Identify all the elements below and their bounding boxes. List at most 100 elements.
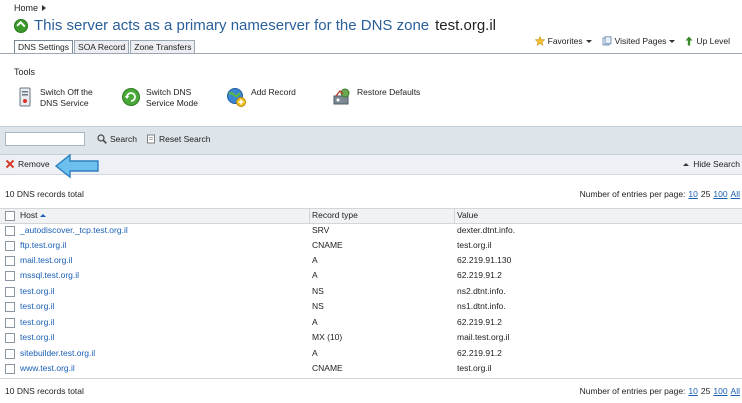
- row-host[interactable]: test.org.il: [20, 330, 55, 345]
- row-type: A: [312, 270, 318, 280]
- server-power-icon: [19, 87, 31, 107]
- switch-off-dns-button[interactable]: Switch Off the DNS Service: [15, 87, 93, 109]
- row-type: CNAME: [312, 240, 343, 250]
- row-host[interactable]: mail.test.org.il: [20, 253, 72, 268]
- up-level-link[interactable]: Up Level: [685, 36, 730, 46]
- table-row: test.org.il NS ns1.dtnt.info.: [0, 299, 742, 314]
- up-level-label: Up Level: [696, 36, 730, 46]
- table-row: www.test.org.il CNAME test.org.il: [0, 361, 742, 376]
- table-header: [0, 208, 742, 224]
- add-record-button[interactable]: Add Record: [226, 87, 296, 107]
- row-checkbox[interactable]: [5, 256, 15, 266]
- breadcrumb-arrow-icon: [42, 5, 47, 11]
- visited-pages-menu[interactable]: Visited Pages: [602, 36, 676, 46]
- per-page-10[interactable]: 10: [688, 386, 697, 396]
- remove-button[interactable]: Remove: [5, 159, 50, 169]
- per-page-100[interactable]: 100: [713, 189, 727, 199]
- tab-soa-record[interactable]: SOA Record: [74, 40, 130, 54]
- column-value[interactable]: Value: [457, 210, 478, 220]
- row-value: 62.219.91.2: [457, 270, 502, 280]
- row-value: test.org.il: [457, 240, 492, 250]
- tab-bar: DNS Settings SOA Record Zone Transfers: [14, 40, 196, 54]
- column-separator: [454, 208, 455, 224]
- row-checkbox[interactable]: [5, 241, 15, 251]
- row-type: NS: [312, 301, 324, 311]
- row-host[interactable]: test.org.il: [20, 284, 55, 299]
- row-host[interactable]: _autodiscover._tcp.test.org.il: [20, 223, 128, 238]
- row-host[interactable]: test.org.il: [20, 299, 55, 314]
- entries-per-page-top: Number of entries per page: 10 25 100 Al…: [580, 189, 740, 199]
- reset-icon: [147, 134, 155, 144]
- row-host[interactable]: sitebuilder.test.org.il: [20, 346, 95, 361]
- tab-zone-transfers[interactable]: Zone Transfers: [130, 40, 196, 54]
- column-host-label: Host: [20, 210, 38, 220]
- row-host[interactable]: mssql.test.org.il: [20, 268, 79, 283]
- search-button[interactable]: Search: [97, 134, 137, 144]
- table-row: test.org.il NS ns2.dtnt.info.: [0, 284, 742, 299]
- row-type: SRV: [312, 225, 330, 235]
- table-row: mssql.test.org.il A 62.219.91.2: [0, 268, 742, 283]
- globe-add-icon: [227, 88, 246, 107]
- row-checkbox[interactable]: [5, 333, 15, 343]
- table-row: test.org.il MX (10) mail.test.org.il: [0, 330, 742, 345]
- table-row: test.org.il A 62.219.91.2: [0, 315, 742, 330]
- per-page-all[interactable]: All: [731, 386, 740, 396]
- switch-off-line1: Switch Off the: [40, 87, 93, 97]
- switch-dns-mode-button[interactable]: Switch DNS Service Mode: [121, 87, 198, 109]
- page-title-zone: test.org.il: [435, 17, 496, 34]
- pages-icon: [602, 36, 612, 46]
- row-value: 62.219.91.130: [457, 255, 512, 265]
- column-record-type[interactable]: Record type: [312, 210, 358, 220]
- column-host[interactable]: Host: [20, 210, 47, 220]
- switch-off-line2: DNS Service: [40, 98, 89, 108]
- refresh-icon: [122, 88, 140, 106]
- row-checkbox[interactable]: [5, 318, 15, 328]
- list-toolbar: [0, 155, 742, 175]
- row-host[interactable]: ftp.test.org.il: [20, 238, 66, 253]
- pointer-arrow-icon: [54, 153, 99, 179]
- row-value: test.org.il: [457, 363, 492, 373]
- entries-per-page-bottom: Number of entries per page: 10 25 100 Al…: [580, 386, 740, 396]
- row-type: NS: [312, 286, 324, 296]
- per-page-all[interactable]: All: [731, 189, 740, 199]
- tools-heading: Tools: [14, 67, 36, 77]
- per-page-100[interactable]: 100: [713, 386, 727, 396]
- favorites-menu[interactable]: Favorites: [534, 36, 592, 46]
- reset-search-button[interactable]: Reset Search: [146, 134, 211, 144]
- row-host[interactable]: test.org.il: [20, 315, 55, 330]
- reset-search-label: Reset Search: [159, 134, 211, 144]
- favorites-label: Favorites: [547, 36, 583, 46]
- row-host[interactable]: www.test.org.il: [20, 361, 75, 376]
- row-type: A: [312, 255, 318, 265]
- row-checkbox[interactable]: [5, 349, 15, 359]
- chevron-down-icon: [585, 39, 592, 43]
- row-checkbox[interactable]: [5, 302, 15, 312]
- visited-pages-label: Visited Pages: [614, 36, 667, 46]
- row-value: 62.219.91.2: [457, 317, 502, 327]
- row-type: A: [312, 317, 318, 327]
- select-all-checkbox[interactable]: [5, 211, 15, 221]
- row-checkbox[interactable]: [5, 226, 15, 236]
- tab-dns-settings[interactable]: DNS Settings: [14, 40, 74, 54]
- restore-defaults-button[interactable]: Restore Defaults: [332, 87, 420, 107]
- per-page-25: 25: [700, 386, 711, 396]
- up-arrow-icon: [685, 36, 693, 46]
- row-value: ns1.dtnt.info.: [457, 301, 506, 311]
- per-page-label: Number of entries per page:: [579, 386, 686, 396]
- row-value: mail.test.org.il: [457, 332, 510, 342]
- per-page-10[interactable]: 10: [688, 189, 697, 199]
- search-input[interactable]: [5, 132, 85, 146]
- row-checkbox[interactable]: [5, 364, 15, 374]
- breadcrumb-home[interactable]: Home: [14, 3, 38, 13]
- table-row: mail.test.org.il A 62.219.91.130: [0, 253, 742, 268]
- row-checkbox[interactable]: [5, 287, 15, 297]
- add-record-label: Add Record: [251, 87, 296, 97]
- hide-search-toggle[interactable]: Hide Search: [683, 159, 740, 169]
- delete-x-icon: [5, 159, 15, 169]
- tab-divider: [0, 53, 742, 54]
- row-value: 62.219.91.2: [457, 348, 502, 358]
- status-ok-icon: [14, 18, 28, 33]
- search-label: Search: [110, 134, 137, 144]
- row-value: ns2.dtnt.info.: [457, 286, 506, 296]
- row-checkbox[interactable]: [5, 271, 15, 281]
